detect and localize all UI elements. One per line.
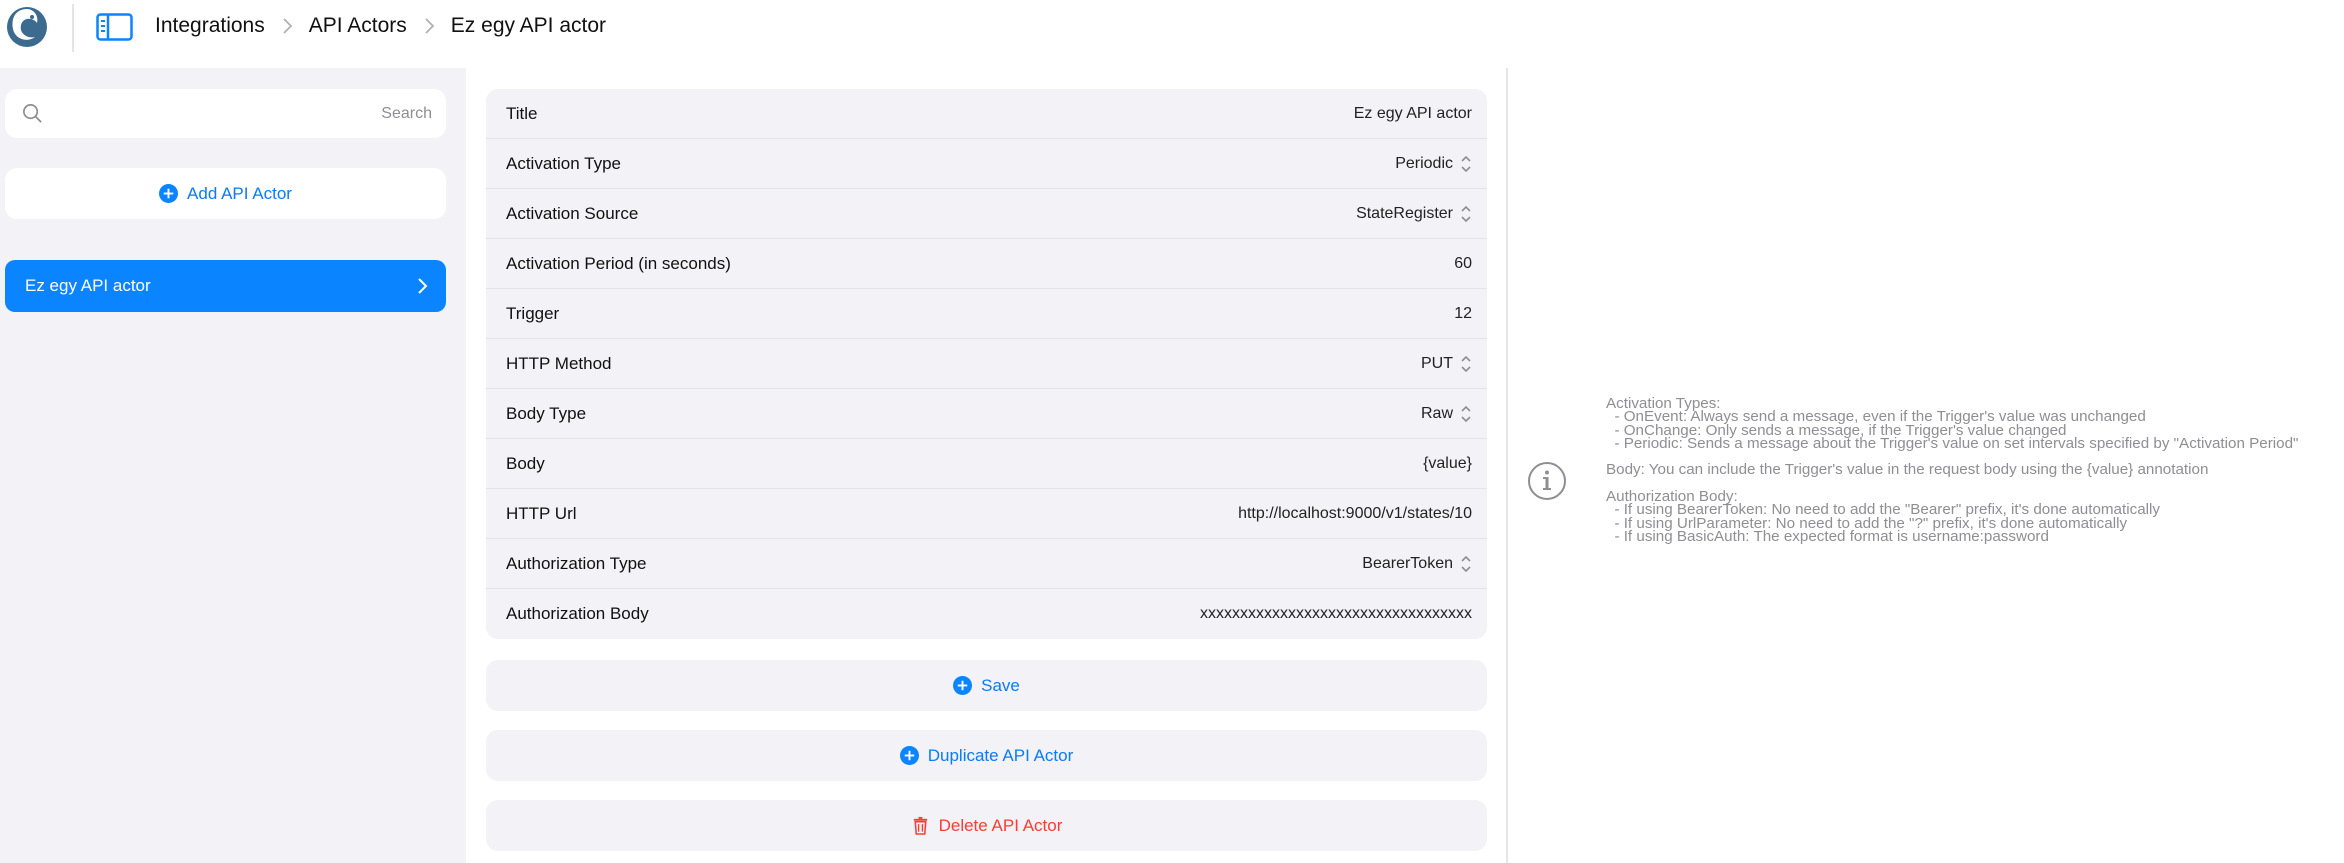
row-label: Body [506, 453, 545, 473]
duplicate-label: Duplicate API Actor [927, 745, 1074, 765]
save-label: Save [981, 675, 1020, 695]
trigger-input[interactable]: 12 [1454, 305, 1472, 323]
form-row-body[interactable]: Body {value} [486, 439, 1487, 489]
app-logo-icon[interactable] [5, 5, 49, 49]
body-input[interactable]: {value} [1423, 455, 1472, 473]
header-divider [72, 4, 74, 52]
sidebar-toggle-icon[interactable] [96, 13, 133, 41]
breadcrumb-current: Ez egy API actor [450, 14, 607, 37]
form-row-title[interactable]: Title Ez egy API actor [486, 89, 1487, 139]
breadcrumb-api-actors[interactable]: API Actors [309, 14, 407, 38]
http-url-input[interactable]: http://localhost:9000/v1/states/10 [1238, 505, 1472, 523]
up-down-chevron-icon [1461, 355, 1471, 372]
breadcrumb: Integrations API Actors Ez egy API actor [155, 14, 606, 38]
search-input[interactable] [55, 97, 434, 130]
breadcrumb-integrations[interactable]: Integrations [155, 14, 265, 38]
row-label: Body Type [506, 403, 587, 423]
activation-source-picker[interactable]: StateRegister [1356, 204, 1472, 224]
form-row-body-type[interactable]: Body Type Raw [486, 389, 1487, 439]
duplicate-api-actor-button[interactable]: Duplicate API Actor [486, 730, 1487, 781]
form-row-http-url[interactable]: HTTP Url http://localhost:9000/v1/states… [486, 489, 1487, 539]
info-help-text: Activation Types: - OnEvent: Always send… [1606, 395, 2299, 545]
sidebar-item-api-actor[interactable]: Ez egy API actor [5, 260, 446, 312]
info-icon [1528, 462, 1566, 500]
plus-circle-icon [159, 184, 179, 203]
body-type-picker[interactable]: Raw [1421, 404, 1472, 424]
delete-label: Delete API Actor [938, 815, 1063, 835]
chevron-right-icon [283, 18, 293, 34]
main-content: Title Ez egy API actor Activation Type P… [466, 68, 1508, 863]
activation-period-input[interactable]: 60 [1454, 255, 1472, 273]
row-label: Activation Period (in seconds) [506, 253, 731, 273]
activation-type-picker[interactable]: Periodic [1395, 154, 1472, 174]
row-label: Authorization Type [506, 553, 647, 573]
form-row-http-method[interactable]: HTTP Method PUT [486, 339, 1487, 389]
form-row-authorization-type[interactable]: Authorization Type BearerToken [486, 539, 1487, 589]
delete-api-actor-button[interactable]: Delete API Actor [486, 800, 1487, 851]
add-api-actor-button[interactable]: Add API Actor [5, 168, 446, 219]
authorization-body-input[interactable]: xxxxxxxxxxxxxxxxxxxxxxxxxxxxxxxxxx [1200, 605, 1472, 623]
row-label: Authorization Body [506, 604, 649, 623]
row-label: Trigger [506, 303, 560, 323]
form-row-trigger[interactable]: Trigger 12 [486, 289, 1487, 339]
row-label: HTTP Method [506, 353, 612, 373]
trash-icon [913, 816, 927, 835]
save-button[interactable]: Save [486, 660, 1487, 711]
sidebar-item-label: Ez egy API actor [25, 276, 151, 295]
authorization-type-picker[interactable]: BearerToken [1362, 554, 1472, 574]
search-box[interactable] [5, 89, 446, 138]
title-input[interactable]: Ez egy API actor [1354, 105, 1472, 123]
up-down-chevron-icon [1461, 205, 1471, 222]
row-label: Title [506, 103, 538, 123]
chevron-right-icon [418, 278, 428, 294]
api-actor-form: Title Ez egy API actor Activation Type P… [486, 89, 1487, 639]
row-label: Activation Source [506, 203, 639, 223]
up-down-chevron-icon [1461, 405, 1471, 422]
search-icon [23, 104, 42, 123]
up-down-chevron-icon [1461, 155, 1471, 172]
up-down-chevron-icon [1461, 555, 1471, 572]
sidebar: Add API Actor Ez egy API actor [0, 68, 466, 863]
add-api-actor-label: Add API Actor [187, 183, 292, 203]
form-row-activation-type[interactable]: Activation Type Periodic [486, 139, 1487, 189]
row-label: HTTP Url [506, 503, 577, 523]
http-method-picker[interactable]: PUT [1421, 354, 1472, 374]
plus-circle-icon [953, 676, 973, 695]
plus-circle-icon [899, 746, 919, 765]
form-row-activation-source[interactable]: Activation Source StateRegister [486, 189, 1487, 239]
chevron-right-icon [425, 18, 435, 34]
form-row-authorization-body[interactable]: Authorization Body xxxxxxxxxxxxxxxxxxxxx… [486, 589, 1487, 639]
form-row-activation-period[interactable]: Activation Period (in seconds) 60 [486, 239, 1487, 289]
row-label: Activation Type [506, 153, 621, 173]
top-bar: Integrations API Actors Ez egy API actor [0, 0, 2344, 68]
